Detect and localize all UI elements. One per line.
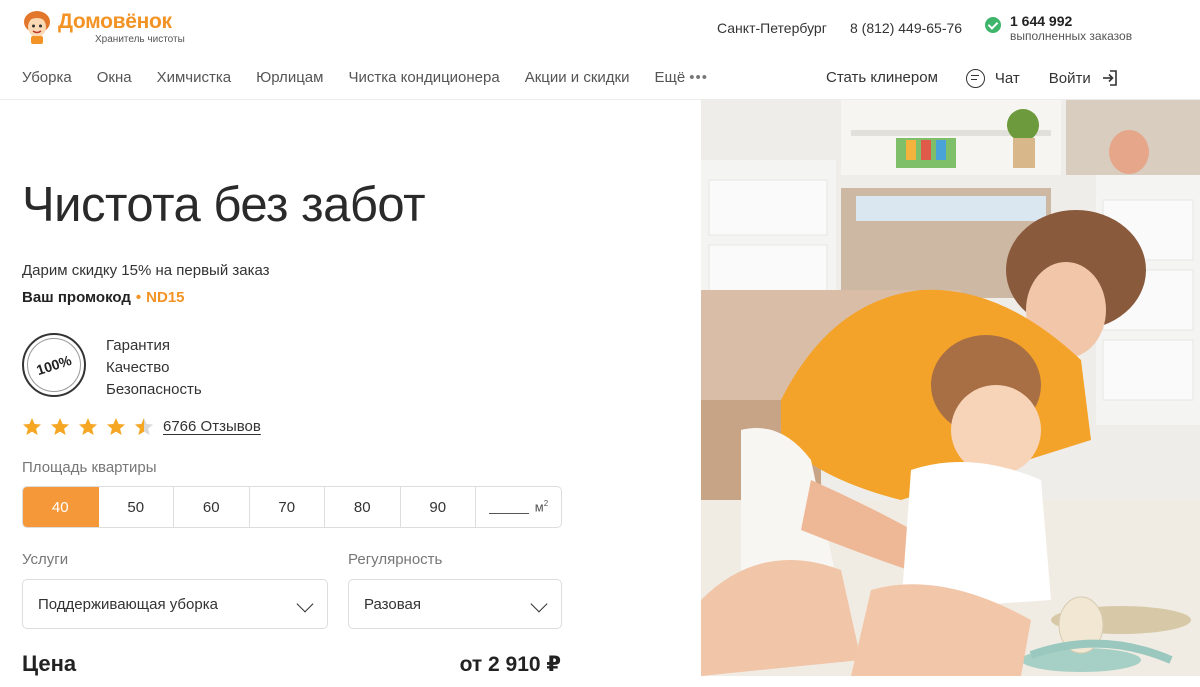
mascot-logo-icon [22, 10, 52, 44]
guarantee-item: Гарантия [106, 337, 170, 354]
area-selector: 40 50 60 70 80 90 м2 [22, 486, 562, 528]
promo-label: Ваш промокод [22, 289, 131, 306]
logo-name: Домовёнок [58, 10, 172, 33]
star-icon [79, 418, 97, 435]
chevron-down-icon [296, 595, 314, 613]
login-button[interactable]: Войти [1049, 69, 1119, 87]
area-option-50[interactable]: 50 [99, 487, 174, 527]
rating-stars [22, 417, 162, 437]
area-option-60[interactable]: 60 [174, 487, 250, 527]
regularity-value: Разовая [364, 595, 421, 613]
area-option-90[interactable]: 90 [401, 487, 476, 527]
chat-icon [965, 68, 985, 88]
promo-code: ND15 [146, 289, 185, 306]
services-select[interactable]: Поддерживающая уборка [22, 579, 328, 629]
star-icon [51, 418, 69, 435]
regularity-select[interactable]: Разовая [348, 579, 562, 629]
login-label: Войти [1048, 69, 1091, 87]
more-dots-icon: ••• [689, 69, 708, 86]
logo[interactable]: Домовёнок Хранитель чистоты [22, 10, 185, 46]
chat-label: Чат [994, 69, 1020, 87]
orders-counter: 1 644 992 выполненных заказов [985, 13, 1132, 43]
phone-link[interactable]: 8 (812) 449-65-76 [850, 20, 962, 36]
nav-item-dry-cleaning[interactable]: Химчистка [157, 68, 232, 88]
price-value: от 2 910 ₽ [459, 653, 561, 676]
star-icon [107, 418, 125, 435]
badge-text: 100% [34, 351, 74, 379]
login-icon [1101, 69, 1119, 87]
area-option-80[interactable]: 80 [325, 487, 401, 527]
orders-count: 1 644 992 [1010, 13, 1073, 29]
area-custom-input[interactable]: м2 [476, 487, 561, 527]
nav-item-more[interactable]: Ещё ••• [654, 68, 707, 88]
nav-item-promotions[interactable]: Акции и скидки [525, 68, 630, 88]
guarantee-item: Безопасность [106, 381, 202, 398]
area-option-70[interactable]: 70 [250, 487, 325, 527]
logo-tagline: Хранитель чистоты [95, 34, 185, 45]
area-unit: м2 [534, 499, 549, 515]
area-option-40[interactable]: 40 [23, 487, 99, 527]
check-circle-icon [985, 17, 1001, 33]
nav-item-cleaning[interactable]: Уборка [22, 68, 72, 88]
main-nav: Уборка Окна Химчистка Юрлицам Чистка кон… [22, 68, 733, 88]
discount-text: Дарим скидку 15% на первый заказ [22, 262, 270, 279]
chevron-down-icon [530, 595, 548, 613]
guarantee-list: Гарантия Качество Безопасность [106, 335, 202, 401]
hero-photo [701, 100, 1200, 676]
guarantee-item: Качество [106, 359, 170, 376]
star-icon [23, 418, 41, 435]
nav-more-label: Ещё [654, 69, 686, 86]
promo-code-line: Ваш промокод • ND15 [22, 289, 185, 306]
nav-item-business[interactable]: Юрлицам [256, 68, 323, 88]
services-label: Услуги [22, 551, 69, 568]
area-label: Площадь квартиры [22, 459, 157, 476]
regularity-label: Регулярность [348, 551, 443, 568]
nav-item-windows[interactable]: Окна [97, 68, 132, 88]
nav-item-ac-cleaning[interactable]: Чистка кондиционера [348, 68, 499, 88]
page-title: Чистота без забот [22, 178, 426, 232]
orders-label: выполненных заказов [1010, 29, 1133, 43]
star-half-icon [135, 418, 153, 435]
reviews-link[interactable]: 6766 Отзывов [163, 418, 261, 435]
price-label: Цена [22, 651, 77, 676]
chat-button[interactable]: Чат [965, 68, 1020, 88]
become-cleaner-link[interactable]: Стать клинером [826, 68, 938, 88]
city-selector[interactable]: Санкт-Петербург [717, 20, 827, 36]
services-value: Поддерживающая уборка [38, 595, 218, 613]
guarantee-badge: 100% [22, 333, 86, 397]
